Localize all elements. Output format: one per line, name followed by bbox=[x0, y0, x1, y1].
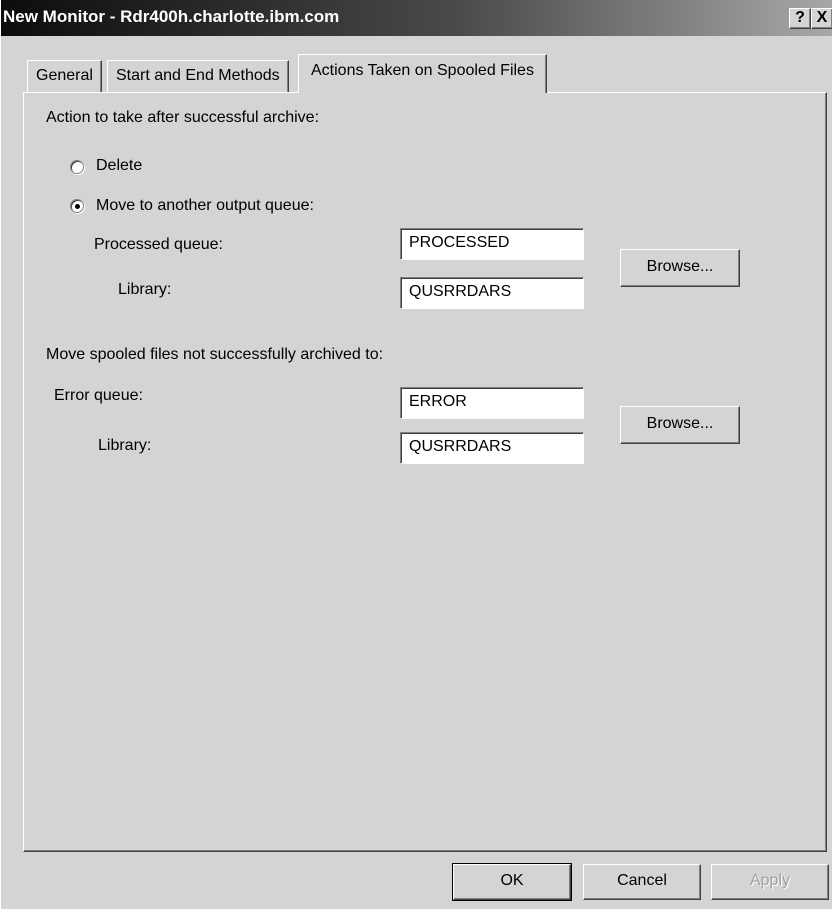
processed-library-field[interactable]: QUSRRDARS bbox=[400, 277, 584, 309]
tab-general[interactable]: General bbox=[27, 60, 102, 92]
error-queue-field[interactable]: ERROR bbox=[400, 387, 584, 419]
delete-radio-label[interactable]: Delete bbox=[96, 157, 142, 175]
cancel-button[interactable]: Cancel bbox=[583, 864, 701, 900]
close-button[interactable]: X bbox=[811, 8, 832, 29]
error-library-label: Library: bbox=[98, 437, 152, 454]
processed-queue-field[interactable]: PROCESSED bbox=[400, 228, 584, 260]
tab-panel-actions: Action to take after successful archive:… bbox=[23, 92, 827, 852]
delete-radio[interactable] bbox=[70, 160, 84, 174]
move-to-output-queue-label[interactable]: Move to another output queue: bbox=[96, 197, 314, 215]
archive-action-heading: Action to take after successful archive: bbox=[46, 109, 320, 126]
error-queue-label: Error queue: bbox=[54, 387, 143, 404]
tab-start-and-end-methods[interactable]: Start and End Methods bbox=[107, 60, 289, 92]
error-browse-button[interactable]: Browse... bbox=[620, 406, 740, 444]
tab-actions-taken-on-spooled-files[interactable]: Actions Taken on Spooled Files bbox=[298, 54, 547, 93]
help-button[interactable]: ? bbox=[789, 8, 811, 29]
error-section-heading: Move spooled files not successfully arch… bbox=[46, 346, 384, 363]
new-monitor-dialog: New Monitor - Rdr400h.charlotte.ibm.com … bbox=[0, 0, 832, 909]
move-to-output-queue-radio[interactable] bbox=[70, 199, 84, 213]
processed-library-label: Library: bbox=[118, 281, 172, 298]
ok-button[interactable]: OK bbox=[452, 863, 572, 901]
window-title: New Monitor - Rdr400h.charlotte.ibm.com bbox=[3, 7, 340, 26]
processed-queue-label: Processed queue: bbox=[94, 236, 223, 253]
error-library-field[interactable]: QUSRRDARS bbox=[400, 432, 584, 464]
apply-button[interactable]: Apply bbox=[711, 864, 829, 900]
processed-browse-button[interactable]: Browse... bbox=[620, 249, 740, 287]
title-bar[interactable]: New Monitor - Rdr400h.charlotte.ibm.com … bbox=[1, 0, 832, 36]
